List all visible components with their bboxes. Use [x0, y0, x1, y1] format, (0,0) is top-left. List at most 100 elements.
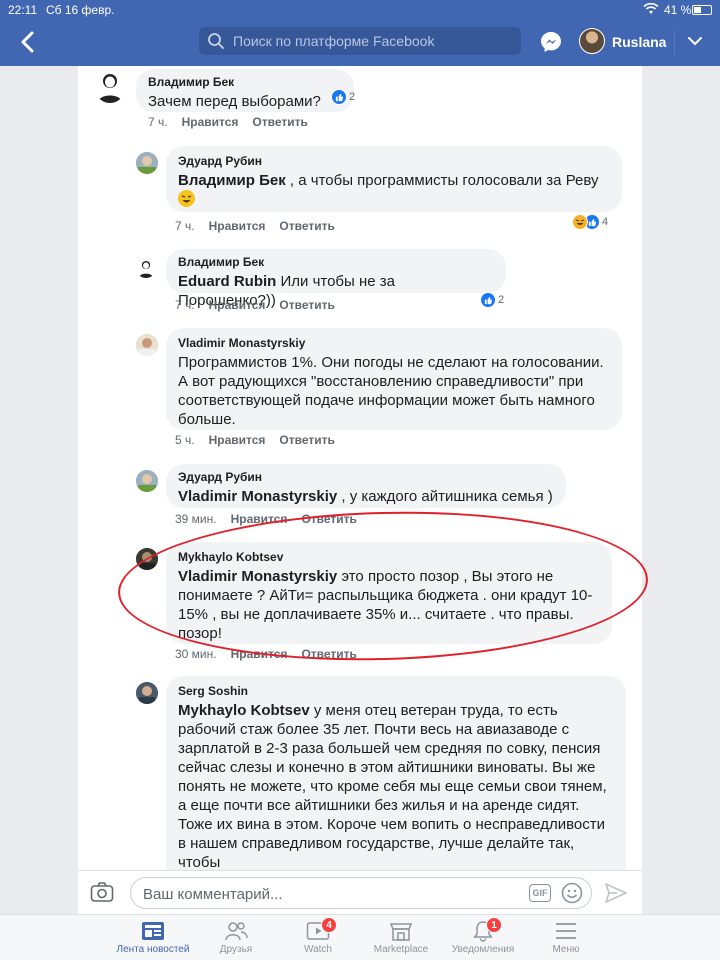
tab-notifications[interactable]: 1 Уведомления	[438, 915, 528, 960]
avatar[interactable]	[136, 682, 158, 704]
comment-author[interactable]: Vladimir Monastyrskiy	[178, 336, 610, 350]
comment-time[interactable]: 30 мин.	[175, 647, 217, 661]
like-button[interactable]: Нравится	[209, 219, 266, 233]
comment-thread: Владимир Бек Зачем перед выборами? 2 7 ч…	[78, 66, 642, 870]
comment-meta: 7 ч. Нравится Ответить	[175, 298, 349, 312]
reply-button[interactable]: Ответить	[279, 219, 334, 233]
comment-time[interactable]: 7 ч.	[175, 298, 195, 312]
reaction-count: 4	[602, 216, 609, 228]
send-icon[interactable]	[604, 881, 628, 905]
like-button[interactable]: Нравится	[209, 433, 266, 447]
gif-button[interactable]: GIF	[529, 884, 551, 902]
comment-bubble: Mykhaylo Kobtsev Vladimir Monastyrskiy э…	[166, 542, 612, 644]
reply-button[interactable]: Ответить	[279, 433, 334, 447]
notification-badge: 4	[321, 917, 337, 933]
comment-text: , у каждого айтишника семья )	[341, 488, 553, 505]
tab-menu[interactable]: Меню	[521, 915, 611, 960]
bottom-tab-bar: Лента новостей Друзья 4 Watch Marketplac…	[0, 914, 720, 960]
comment-bubble: Эдуард Рубин Владимир Бек , а чтобы прог…	[166, 146, 622, 212]
reaction-summary[interactable]: 4	[572, 213, 608, 231]
like-button[interactable]: Нравится	[231, 647, 288, 661]
emoji-icon[interactable]	[561, 882, 583, 904]
comment-time[interactable]: 7 ч.	[175, 219, 195, 233]
tab-marketplace[interactable]: Marketplace	[356, 915, 446, 960]
menu-icon	[554, 920, 578, 942]
avatar[interactable]	[136, 548, 158, 570]
comment-author[interactable]: Владимир Бек	[178, 255, 494, 269]
avatar[interactable]	[94, 69, 126, 103]
comment-author[interactable]: Эдуард Рубин	[178, 154, 610, 168]
like-button[interactable]: Нравится	[231, 512, 288, 526]
comment-author[interactable]: Эдуард Рубин	[178, 470, 554, 484]
comment-input-box[interactable]: GIF	[130, 877, 592, 909]
tab-friends[interactable]: Друзья	[191, 915, 281, 960]
comment-bubble: Serg Soshin Mykhaylo Kobtsev у меня отец…	[166, 676, 626, 870]
friends-icon	[224, 920, 248, 942]
status-bar: 22:11 Сб 16 февр. 41 %	[0, 0, 720, 20]
back-button[interactable]	[18, 29, 42, 57]
messenger-icon[interactable]	[539, 30, 563, 54]
avatar	[579, 28, 605, 54]
reply-button[interactable]: Ответить	[301, 512, 356, 526]
comment-bubble: Владимир Бек Зачем перед выборами?	[136, 69, 354, 112]
like-icon	[331, 89, 347, 105]
mention-link[interactable]: Vladimir Monastyrskiy	[178, 488, 337, 505]
tab-label: Меню	[552, 944, 580, 955]
comment-meta: 5 ч. Нравится Ответить	[175, 433, 349, 447]
tab-news-feed[interactable]: Лента новостей	[108, 915, 198, 960]
chevron-down-icon[interactable]	[686, 32, 704, 50]
like-button[interactable]: Нравится	[182, 115, 239, 129]
comment-meta: 30 мин. Нравится Ответить	[175, 647, 371, 661]
comment-text: у меня отец ветеран труда, то есть рабоч…	[178, 702, 607, 870]
like-button[interactable]: Нравится	[209, 298, 266, 312]
like-icon	[480, 292, 496, 308]
comment-bubble: Владимир Бек Eduard Rubin Или чтобы не з…	[166, 249, 506, 309]
laughing-emoji-icon	[178, 190, 195, 207]
haha-icon	[572, 214, 588, 230]
notification-badge: 1	[486, 917, 502, 933]
marketplace-icon	[389, 920, 413, 942]
search-icon	[207, 32, 225, 55]
comment-composer: GIF	[78, 870, 642, 914]
comment-time[interactable]: 7 ч.	[148, 115, 168, 129]
tab-label: Marketplace	[373, 944, 429, 955]
profile-name: Ruslana	[612, 34, 667, 50]
comment-author[interactable]: Serg Soshin	[178, 684, 614, 698]
comment-author[interactable]: Mykhaylo Kobtsev	[178, 550, 600, 564]
reaction-summary[interactable]: 2	[480, 291, 504, 309]
reply-button[interactable]: Ответить	[301, 647, 356, 661]
mention-link[interactable]: Владимир Бек	[178, 172, 286, 189]
comment-text: Программистов 1%. Они погоды не сделают …	[178, 354, 604, 428]
comment-text: , а чтобы программисты голосовали за Рев…	[289, 172, 599, 189]
comment-time[interactable]: 5 ч.	[175, 433, 195, 447]
comment-time[interactable]: 39 мин.	[175, 512, 217, 526]
search-input[interactable]	[233, 31, 513, 51]
camera-icon[interactable]	[90, 881, 114, 903]
news-feed-icon	[141, 920, 165, 942]
status-time: 22:11	[8, 3, 38, 17]
comment-text: Зачем перед выборами?	[148, 93, 321, 110]
avatar[interactable]	[136, 152, 158, 174]
battery-percent: 41 %	[664, 3, 692, 17]
mention-link[interactable]: Vladimir Monastyrskiy	[178, 568, 337, 585]
comment-input[interactable]	[143, 884, 513, 904]
tab-label: Друзья	[219, 944, 253, 955]
avatar[interactable]	[136, 334, 158, 356]
mention-link[interactable]: Eduard Rubin	[178, 273, 276, 290]
mention-link[interactable]: Mykhaylo Kobtsev	[178, 702, 310, 719]
tab-watch[interactable]: 4 Watch	[273, 915, 363, 960]
reply-button[interactable]: Ответить	[252, 115, 307, 129]
reply-button[interactable]: Ответить	[279, 298, 334, 312]
reaction-summary[interactable]: 2	[331, 88, 355, 106]
tab-label: Лента новостей	[116, 944, 190, 955]
avatar[interactable]	[136, 470, 158, 492]
tab-label: Watch	[304, 944, 332, 955]
comment-author[interactable]: Владимир Бек	[148, 75, 342, 89]
search-box[interactable]	[199, 27, 521, 55]
reaction-count: 2	[498, 294, 505, 306]
avatar[interactable]	[136, 258, 156, 278]
tab-label: Уведомления	[451, 944, 515, 955]
comment-meta: 7 ч. Нравится Ответить	[148, 115, 322, 129]
comment-meta: 39 мин. Нравится Ответить	[175, 512, 371, 526]
comment-bubble: Vladimir Monastyrskiy Программистов 1%. …	[166, 328, 622, 430]
